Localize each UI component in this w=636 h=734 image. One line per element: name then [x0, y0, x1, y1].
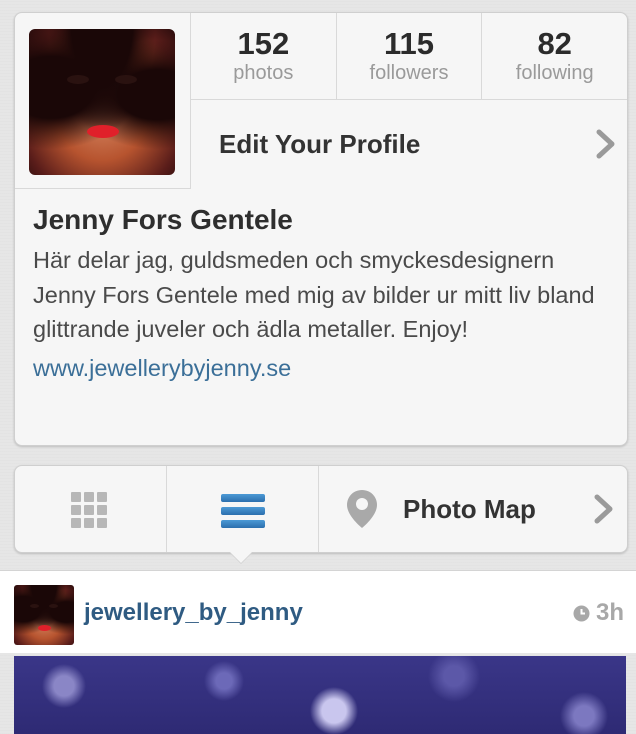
- post-username[interactable]: jewellery_by_jenny: [84, 599, 303, 627]
- profile-description: Här delar jag, guldsmeden och smyckesdes…: [33, 247, 595, 342]
- stat-photos-count: 152: [237, 26, 290, 61]
- post-time: 3h: [573, 599, 624, 627]
- profile-stats: 152 photos 115 followers 82 following: [191, 13, 627, 100]
- map-pin-icon: [347, 490, 377, 528]
- photo-map-label: Photo Map: [403, 494, 536, 524]
- profile-name: Jenny Fors Gentele: [33, 204, 293, 235]
- stat-following[interactable]: 82 following: [481, 13, 627, 99]
- post-photo[interactable]: [14, 656, 626, 734]
- stat-following-count: 82: [537, 26, 572, 61]
- profile-website-link[interactable]: www.jewellerybyjenny.se: [33, 351, 613, 385]
- edit-profile-button[interactable]: Edit Your Profile: [191, 100, 627, 188]
- chevron-right-icon: [593, 127, 619, 161]
- grid-view-tab[interactable]: [15, 466, 166, 552]
- clock-icon: [573, 605, 590, 621]
- stat-photos-label: photos: [233, 62, 294, 84]
- post-avatar[interactable]: [14, 585, 74, 645]
- active-tab-pointer: [229, 551, 253, 563]
- photo-map-tab[interactable]: Photo Map: [318, 466, 627, 552]
- stat-following-label: following: [515, 62, 594, 84]
- edit-profile-label: Edit Your Profile: [219, 129, 421, 159]
- post-header: jewellery_by_jenny 3h: [0, 570, 636, 653]
- profile-avatar[interactable]: [29, 29, 175, 175]
- post-time-label: 3h: [595, 599, 624, 626]
- list-icon: [221, 494, 265, 533]
- stat-followers-count: 115: [384, 26, 435, 61]
- stat-followers[interactable]: 115 followers: [335, 13, 482, 99]
- list-view-tab[interactable]: [166, 466, 318, 552]
- profile-bio: Jenny Fors Gentele Här delar jag, guldsm…: [33, 203, 613, 385]
- stat-photos[interactable]: 152 photos: [191, 13, 336, 99]
- profile-card: 152 photos 115 followers 82 following Ed…: [14, 12, 628, 446]
- chevron-right-icon: [591, 492, 617, 526]
- grid-icon: [71, 492, 109, 528]
- view-switcher: Photo Map: [14, 465, 628, 553]
- avatar-cell: [15, 13, 191, 189]
- stat-followers-label: followers: [369, 62, 449, 84]
